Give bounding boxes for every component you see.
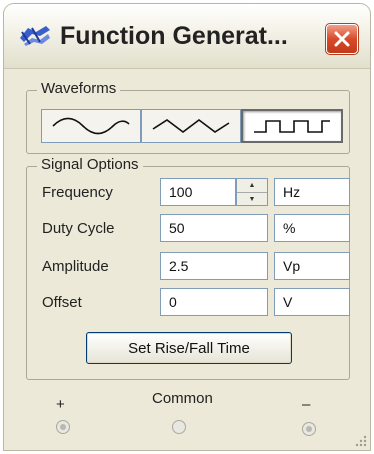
offset-unit-select[interactable]: V bbox=[274, 288, 350, 316]
duty-cycle-input[interactable]: 50 bbox=[160, 214, 268, 242]
signal-options-group-label: Signal Options bbox=[37, 156, 143, 173]
waveforms-group-label: Waveforms bbox=[37, 80, 121, 97]
amplitude-label: Amplitude bbox=[42, 258, 109, 275]
waveforms-group: Waveforms bbox=[26, 80, 350, 154]
close-button[interactable] bbox=[325, 23, 359, 55]
common-terminal-label: Common bbox=[152, 390, 213, 407]
sine-wave-button[interactable] bbox=[41, 109, 141, 143]
plus-terminal-label: + bbox=[56, 396, 65, 413]
triangle-wave-icon bbox=[152, 119, 230, 133]
chevron-down-icon[interactable]: ▼ bbox=[237, 192, 267, 206]
duty-cycle-unit: % bbox=[274, 214, 350, 242]
offset-input[interactable]: 0 bbox=[160, 288, 268, 316]
square-wave-button[interactable] bbox=[241, 109, 343, 143]
frequency-input[interactable]: 100 bbox=[160, 178, 236, 206]
square-wave-icon bbox=[254, 120, 330, 133]
plus-terminal[interactable] bbox=[56, 420, 70, 434]
set-rise-fall-time-button[interactable]: Set Rise/Fall Time bbox=[86, 332, 292, 364]
amplitude-unit-select[interactable]: Vp bbox=[274, 252, 350, 280]
function-generator-app-icon bbox=[20, 26, 50, 46]
dialog-body: Waveforms Signal Options Frequency 100 ▲… bbox=[4, 68, 370, 450]
offset-label: Offset bbox=[42, 294, 82, 311]
frequency-unit-select[interactable]: Hz bbox=[274, 178, 350, 206]
triangle-wave-button[interactable] bbox=[141, 109, 241, 143]
function-generator-window: Function Generat... Waveforms Signal Opt… bbox=[4, 4, 370, 450]
title-bar[interactable]: Function Generat... bbox=[4, 4, 370, 69]
sine-wave-icon bbox=[52, 117, 130, 135]
minus-terminal[interactable] bbox=[302, 422, 316, 436]
amplitude-input[interactable]: 2.5 bbox=[160, 252, 268, 280]
window-title: Function Generat... bbox=[60, 22, 288, 50]
resize-grip-icon[interactable] bbox=[354, 434, 368, 448]
minus-terminal-label: – bbox=[302, 396, 311, 413]
chevron-up-icon[interactable]: ▲ bbox=[237, 179, 267, 192]
duty-cycle-label: Duty Cycle bbox=[42, 220, 115, 237]
frequency-stepper[interactable]: ▲ ▼ bbox=[236, 178, 268, 206]
frequency-label: Frequency bbox=[42, 184, 113, 201]
common-terminal[interactable] bbox=[172, 420, 186, 434]
terminal-dot bbox=[306, 426, 312, 432]
close-icon bbox=[334, 31, 350, 47]
terminal-dot bbox=[60, 424, 66, 430]
